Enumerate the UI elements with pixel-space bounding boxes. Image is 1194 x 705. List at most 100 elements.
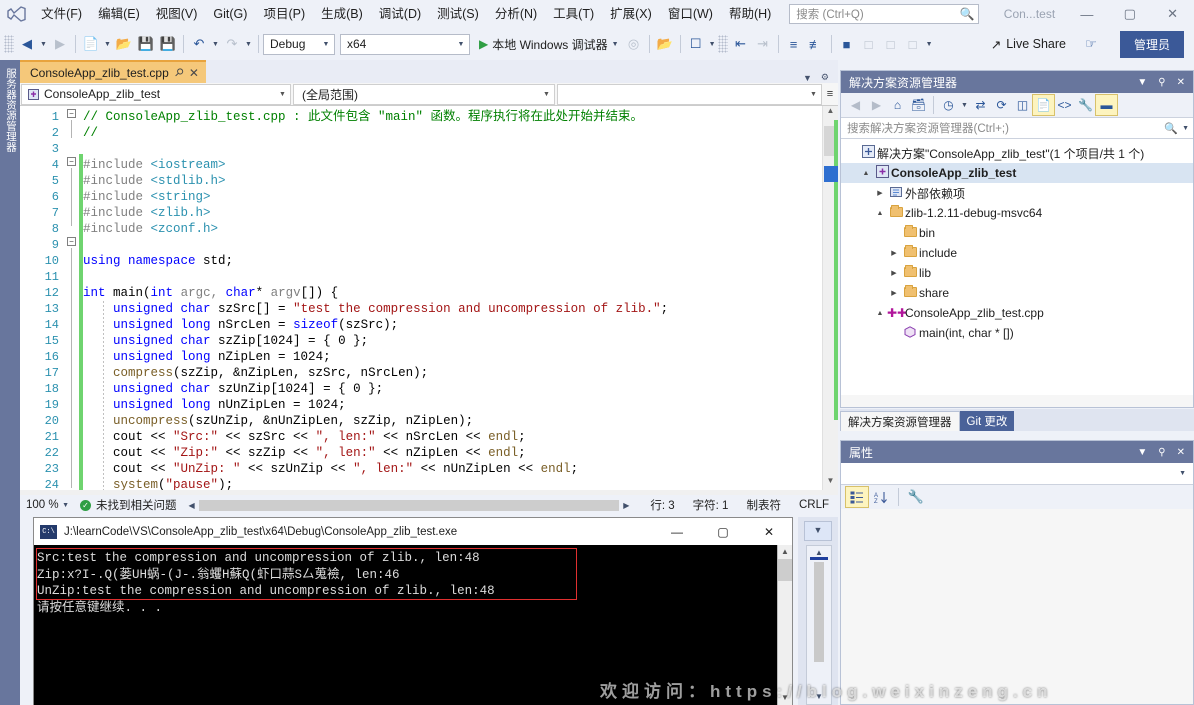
chevron-down-icon[interactable]: ▼ bbox=[1137, 77, 1147, 88]
properties-grid[interactable] bbox=[841, 509, 1193, 699]
pin-icon[interactable]: ⚲ bbox=[1158, 77, 1165, 88]
tree-item[interactable]: ▶ 外部依赖项 bbox=[841, 183, 1193, 203]
code-line[interactable]: using namespace std; bbox=[83, 253, 838, 269]
console-minimize-button[interactable]: — bbox=[654, 518, 700, 545]
console-output-area[interactable]: Src:test the compression and uncompressi… bbox=[34, 545, 792, 705]
chevron-down-icon[interactable]: ▼ bbox=[1182, 125, 1189, 132]
menu-item-view[interactable]: 视图(V) bbox=[148, 3, 206, 25]
scroll-up-icon[interactable]: ▲ bbox=[807, 548, 831, 557]
expand-collapse-icon-closed[interactable]: ▶ bbox=[887, 249, 901, 257]
menu-item-project[interactable]: 项目(P) bbox=[255, 3, 313, 25]
toolbar-grip[interactable] bbox=[717, 35, 728, 53]
menu-item-test[interactable]: 测试(S) bbox=[429, 3, 487, 25]
scroll-down-icon[interactable]: ▼ bbox=[807, 692, 831, 701]
chevron-down-icon[interactable]: ▼ bbox=[803, 73, 812, 83]
code-line[interactable]: #include <string> bbox=[83, 189, 838, 205]
console-vertical-scrollbar[interactable]: ▲ ▼ bbox=[777, 545, 792, 705]
solution-configuration-combo[interactable]: Debug ▼ bbox=[263, 33, 335, 55]
menu-item-debug[interactable]: 调试(D) bbox=[371, 3, 429, 25]
menu-item-window[interactable]: 窗口(W) bbox=[660, 3, 721, 25]
nav-scope-combo[interactable]: (全局范围) ▼ bbox=[293, 83, 555, 105]
back-icon[interactable]: ◀ bbox=[845, 95, 866, 115]
collapse-all-icon[interactable]: ◫ bbox=[1012, 95, 1033, 115]
nav-project-combo[interactable]: ConsoleApp_zlib_test ▼ bbox=[21, 83, 291, 105]
fold-toggle-icon[interactable]: − bbox=[67, 157, 76, 166]
next-bookmark-icon[interactable]: □ bbox=[880, 32, 902, 56]
toolbar-grip[interactable] bbox=[4, 35, 14, 53]
console-maximize-button[interactable]: ▢ bbox=[700, 518, 746, 545]
forward-icon[interactable]: ▶ bbox=[866, 95, 887, 115]
code-line[interactable]: unsigned char szSrc[] = "test the compre… bbox=[83, 301, 838, 317]
uncomment-lines-icon[interactable]: ≢ bbox=[805, 32, 827, 56]
open-file-icon[interactable]: 📂 bbox=[113, 32, 135, 56]
code-line[interactable]: unsigned long nZipLen = 1024; bbox=[83, 349, 838, 365]
solution-explorer-search-box[interactable]: 搜索解决方案资源管理器(Ctrl+;) 🔍 ▼ bbox=[841, 117, 1193, 139]
code-line[interactable]: cout << "UnZip: " << szUnZip << ", len:"… bbox=[83, 461, 838, 477]
tree-item[interactable]: ▲ ✚✚ ConsoleApp_zlib_test.cpp bbox=[841, 303, 1193, 323]
preview-selected-items-icon[interactable]: ▬ bbox=[1095, 94, 1118, 116]
code-line[interactable]: #include <iostream> bbox=[83, 157, 838, 173]
tree-item[interactable]: ▲ ConsoleApp_zlib_test bbox=[841, 163, 1193, 183]
pin-icon[interactable]: ⚲ bbox=[171, 65, 186, 80]
tree-item[interactable]: ▶ lib bbox=[841, 263, 1193, 283]
scroll-down-icon[interactable]: ▼ bbox=[823, 476, 838, 490]
redo-dropdown-icon[interactable]: ▼ bbox=[243, 32, 254, 56]
close-icon[interactable]: ✕ bbox=[1177, 447, 1185, 458]
close-icon[interactable]: ✕ bbox=[1177, 77, 1185, 88]
code-line[interactable] bbox=[83, 269, 838, 285]
code-line[interactable]: unsigned long nSrcLen = sizeof(szSrc); bbox=[83, 317, 838, 333]
search-in-files-icon[interactable]: 📂 bbox=[654, 32, 676, 56]
global-search-box[interactable]: 搜索 (Ctrl+Q) 🔍 bbox=[789, 4, 980, 24]
scroll-right-icon[interactable]: ▶ bbox=[619, 501, 633, 510]
console-close-button[interactable]: ✕ bbox=[746, 518, 792, 545]
server-explorer-tab[interactable]: 服务器资源管理器 bbox=[3, 68, 17, 152]
fold-toggle-icon[interactable]: − bbox=[67, 237, 76, 246]
tab-solution-explorer[interactable]: 解决方案资源管理器 bbox=[840, 411, 960, 431]
menu-item-analyze[interactable]: 分析(N) bbox=[487, 3, 545, 25]
editor-horizontal-scrollbar[interactable]: ◀ ▶ bbox=[185, 499, 634, 511]
code-line[interactable]: #include <stdlib.h> bbox=[83, 173, 838, 189]
scrollbar-thumb[interactable] bbox=[778, 559, 792, 581]
editor-tab-active[interactable]: ConsoleApp_zlib_test.cpp ⚲ ✕ bbox=[20, 60, 206, 83]
menu-item-file[interactable]: 文件(F) bbox=[33, 3, 90, 25]
fold-toggle-icon[interactable]: − bbox=[67, 109, 76, 118]
code-line[interactable]: compress(szZip, &nZipLen, szSrc, nSrcLen… bbox=[83, 365, 838, 381]
code-line[interactable]: unsigned char szUnZip[1024] = { 0 }; bbox=[83, 381, 838, 397]
code-line[interactable]: int main(int argc, char* argv[]) { bbox=[83, 285, 838, 301]
code-line[interactable]: // ConsoleApp_zlib_test.cpp : 此文件包含 "mai… bbox=[83, 109, 838, 125]
split-editor-icon[interactable]: ≡ bbox=[823, 88, 837, 100]
zoom-level-combo[interactable]: 100 % ▼ bbox=[20, 499, 80, 511]
chevron-down-icon[interactable]: ▼ bbox=[959, 93, 970, 117]
home-icon[interactable]: ⌂ bbox=[887, 95, 908, 115]
window-minimize-button[interactable]: — bbox=[1066, 0, 1109, 28]
gear-icon[interactable]: ⚙ bbox=[821, 72, 829, 83]
close-icon[interactable]: ✕ bbox=[189, 66, 199, 80]
code-line[interactable]: #include <zlib.h> bbox=[83, 205, 838, 221]
outdent-icon[interactable]: ⇤ bbox=[730, 32, 752, 56]
code-line[interactable]: system("pause"); bbox=[83, 477, 838, 490]
expand-collapse-icon-open[interactable]: ▲ bbox=[873, 310, 887, 317]
save-icon[interactable]: 💾 bbox=[135, 32, 157, 56]
tree-item[interactable]: ▲ zlib-1.2.11-debug-msvc64 bbox=[841, 203, 1193, 223]
scroll-up-icon[interactable]: ▲ bbox=[823, 106, 838, 120]
categorized-view-icon[interactable] bbox=[845, 486, 869, 508]
menu-item-git[interactable]: Git(G) bbox=[205, 3, 255, 25]
navigate-forward-icon[interactable]: ▶ bbox=[49, 32, 71, 56]
pin-icon[interactable]: ⚲ bbox=[1158, 447, 1165, 458]
code-line[interactable] bbox=[83, 237, 838, 253]
window-close-button[interactable]: ✕ bbox=[1151, 0, 1194, 28]
toggle-bookmark-icon[interactable]: ■ bbox=[836, 32, 858, 56]
code-line[interactable]: #include <zconf.h> bbox=[83, 221, 838, 237]
previous-bookmark-icon[interactable]: □ bbox=[858, 32, 880, 56]
refresh-icon[interactable]: ⟳ bbox=[991, 95, 1012, 115]
expand-collapse-icon-open[interactable]: ▲ bbox=[859, 170, 873, 177]
solution-explorer-tree[interactable]: 解决方案"ConsoleApp_zlib_test"(1 个项目/共 1 个) ▲… bbox=[841, 139, 1193, 395]
live-preview-icon[interactable]: ☐ bbox=[685, 32, 707, 56]
menu-item-help[interactable]: 帮助(H) bbox=[721, 3, 779, 25]
redo-icon[interactable]: ↷ bbox=[221, 32, 243, 56]
expand-collapse-icon-closed[interactable]: ▶ bbox=[887, 269, 901, 277]
tree-item[interactable]: 解决方案"ConsoleApp_zlib_test"(1 个项目/共 1 个) bbox=[841, 143, 1193, 163]
scroll-up-icon[interactable]: ▲ bbox=[778, 545, 792, 559]
tree-item[interactable]: ▶ share bbox=[841, 283, 1193, 303]
new-project-icon[interactable]: 📄 bbox=[80, 32, 102, 56]
